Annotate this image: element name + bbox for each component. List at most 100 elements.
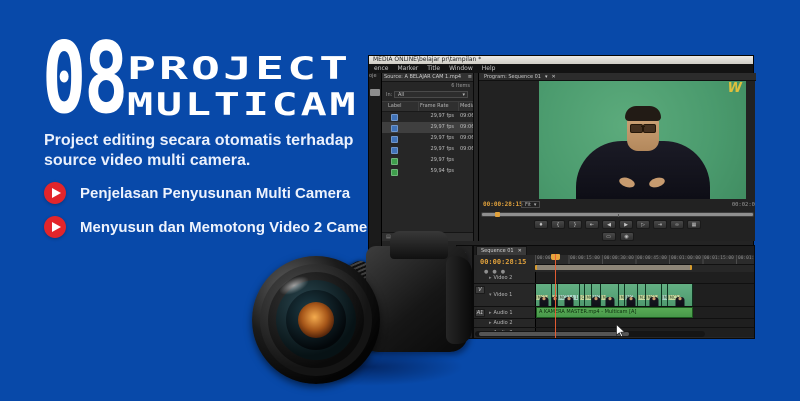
export-frame-button[interactable]: ◉ xyxy=(620,232,634,241)
table-row[interactable]: 59,94 fps xyxy=(382,166,474,177)
frame-rate-cell: 29,97 fps xyxy=(418,155,454,166)
track-lane[interactable]: A KAMERA MASTER.mp4 - Multicam [A] xyxy=(535,307,755,318)
table-row[interactable]: 29,97 fps xyxy=(382,155,474,166)
chapter-number: 08 xyxy=(42,30,126,128)
track-lane[interactable]: [MC1] [M [MC1] A 1 [C [MC [MC1] [M [MC1]… xyxy=(535,284,755,306)
label-color-chip[interactable] xyxy=(391,147,398,154)
project-tab-fragment: oje xyxy=(369,73,377,79)
track-name: Audio 1 xyxy=(494,310,513,316)
safe-margins-button[interactable]: ▦ xyxy=(687,220,701,229)
track-video-2[interactable]: ▸Video 2 xyxy=(474,272,755,284)
timeline-panel: Sequence 01 ✕ 00:00:28:15 ●●● 00:00 00:0… xyxy=(473,245,755,339)
play-button[interactable]: ▶ xyxy=(619,220,633,229)
label-color-chip[interactable] xyxy=(391,136,398,143)
go-to-out-button[interactable]: ⇥ xyxy=(653,220,667,229)
horizontal-scrollbar[interactable] xyxy=(475,331,705,337)
frame-rate-cell: 29,97 fps xyxy=(418,111,454,122)
track-audio-2[interactable]: ▸Audio 2 xyxy=(474,319,755,328)
transport-controls: ♦ { } ⇤ ◀ ▶ ▷ ⇥ ∞ ▦ xyxy=(479,220,756,231)
timeline-timecode[interactable]: 00:00:28:15 xyxy=(480,258,526,266)
thumbnail-figure xyxy=(605,297,614,306)
column-label[interactable]: Label xyxy=(388,102,402,110)
sequence-tab[interactable]: Sequence 01 ✕ xyxy=(476,246,527,255)
filter-dropdown[interactable]: All ▾ xyxy=(394,91,468,98)
table-row[interactable]: 29,97 fps 09:06 xyxy=(382,111,474,122)
program-monitor-panel: Program: Sequence 01 ▾ ✕ W 00:00:28:15 F… xyxy=(478,73,755,241)
clip-segment[interactable]: [MC1] xyxy=(668,284,693,306)
track-lane[interactable] xyxy=(535,319,755,327)
sequence-tab-label: Sequence 01 xyxy=(481,247,514,255)
track-video-1[interactable]: V ▾Video 1 [MC1] [M [MC1] A 1 [C [MC [MC… xyxy=(474,284,755,307)
thumbnail-figure xyxy=(649,297,658,306)
clip-segment[interactable]: [MC xyxy=(625,284,638,306)
source-tab[interactable]: Source: A BELAJAR CAM 1.mp4 ≡ xyxy=(382,73,474,82)
table-row[interactable]: 29,97 fps 09:06 xyxy=(382,133,474,144)
menu-item-title[interactable]: Title xyxy=(427,64,440,73)
track-name: Video 2 xyxy=(494,275,513,281)
mark-in-button[interactable]: { xyxy=(551,220,565,229)
menu-item-marker[interactable]: Marker xyxy=(397,64,418,73)
label-color-chip[interactable] xyxy=(391,125,398,132)
menu-bar: ence Marker Title Window Help xyxy=(369,64,753,73)
scrollbar-thumb[interactable] xyxy=(479,332,629,336)
go-to-in-button[interactable]: ⇤ xyxy=(585,220,599,229)
program-tab[interactable]: Program: Sequence 01 ▾ ✕ xyxy=(479,73,756,81)
play-icon xyxy=(44,216,66,238)
clip-segment[interactable]: [MC1] xyxy=(646,284,662,306)
label-color-chip[interactable] xyxy=(391,158,398,165)
label-color-chip[interactable] xyxy=(391,169,398,176)
clip-segment[interactable]: [M xyxy=(601,284,619,306)
clip-segment[interactable]: [MC1] xyxy=(536,284,552,306)
frame-rate-cell: 29,97 fps xyxy=(418,133,454,144)
chevron-down-icon: ▾ xyxy=(534,202,537,207)
clip-segment[interactable]: [MC xyxy=(585,284,592,306)
frame-rate-cell: 29,97 fps xyxy=(418,122,454,133)
close-icon[interactable]: ✕ xyxy=(552,73,556,80)
clip-segment[interactable]: [MC1] xyxy=(592,284,601,306)
column-frame-rate[interactable]: Frame Rate xyxy=(420,102,449,110)
scrub-playhead[interactable] xyxy=(495,212,500,217)
clip-segment[interactable]: [M1 xyxy=(638,284,646,306)
program-tab-label: Program: Sequence 01 xyxy=(484,73,541,80)
work-area-bar[interactable] xyxy=(535,265,692,270)
dslr-camera xyxy=(248,230,480,390)
column-media-start[interactable]: Media St xyxy=(460,102,474,110)
add-marker-button[interactable]: ♦ xyxy=(534,220,548,229)
media-start-cell: 09:06 xyxy=(460,133,474,144)
source-tab-label: Source: A BELAJAR CAM 1.mp4 xyxy=(384,73,461,81)
play-icon xyxy=(44,182,66,204)
step-back-button[interactable]: ◀ xyxy=(602,220,616,229)
close-icon[interactable]: ✕ xyxy=(518,247,522,255)
label-color-chip[interactable] xyxy=(391,114,398,121)
frame-rate-cell: 29,97 fps xyxy=(418,144,454,155)
lift-button[interactable]: ▭ xyxy=(602,232,616,241)
pentaprism-hump xyxy=(390,231,448,259)
chevron-down-icon: ▾ xyxy=(462,92,465,97)
program-scrub-bar[interactable] xyxy=(481,212,754,217)
poster-canvas: 08 PROJECT MULTICAM Project editing seca… xyxy=(0,0,800,401)
description-line-1: Project editing secara otomatis terhadap xyxy=(44,131,374,151)
multicam-clip-sequence[interactable]: [MC1] [M [MC1] A 1 [C [MC [MC1] [M [MC1]… xyxy=(536,284,693,306)
menu-item-sequence[interactable]: ence xyxy=(374,64,388,73)
step-forward-button[interactable]: ▷ xyxy=(636,220,650,229)
search-input[interactable] xyxy=(370,89,380,96)
table-row[interactable]: 29,97 fps 09:06 xyxy=(382,144,474,155)
mark-out-button[interactable]: } xyxy=(568,220,582,229)
current-timecode[interactable]: 00:00:28:15 xyxy=(483,201,523,208)
panel-menu-icon[interactable]: ≡ xyxy=(468,73,472,81)
thumbnail-figure xyxy=(564,297,573,306)
audio-clip[interactable]: A KAMERA MASTER.mp4 - Multicam [A] xyxy=(536,307,693,318)
menu-item-help[interactable]: Help xyxy=(482,64,496,73)
zoom-level-dropdown[interactable]: Fit ▾ xyxy=(521,201,540,208)
thumbnail-figure xyxy=(676,297,685,306)
time-ruler[interactable]: 00:00 00:00:15:00 00:00:30:00 00:00:45:0… xyxy=(535,255,755,265)
track-lane[interactable] xyxy=(535,272,755,283)
menu-item-window[interactable]: Window xyxy=(449,64,473,73)
clip-segment[interactable]: [MC1] A 1 xyxy=(558,284,580,306)
program-video-frame: W xyxy=(539,81,746,199)
loop-button[interactable]: ∞ xyxy=(670,220,684,229)
filter-label: In: xyxy=(386,92,392,98)
track-audio-1[interactable]: A1 ▸Audio 1 A KAMERA MASTER.mp4 - Multic… xyxy=(474,307,755,319)
table-row-selected[interactable]: 29,97 fps 09:06 xyxy=(382,122,474,133)
timeline-tab-row: Sequence 01 ✕ xyxy=(474,246,755,255)
